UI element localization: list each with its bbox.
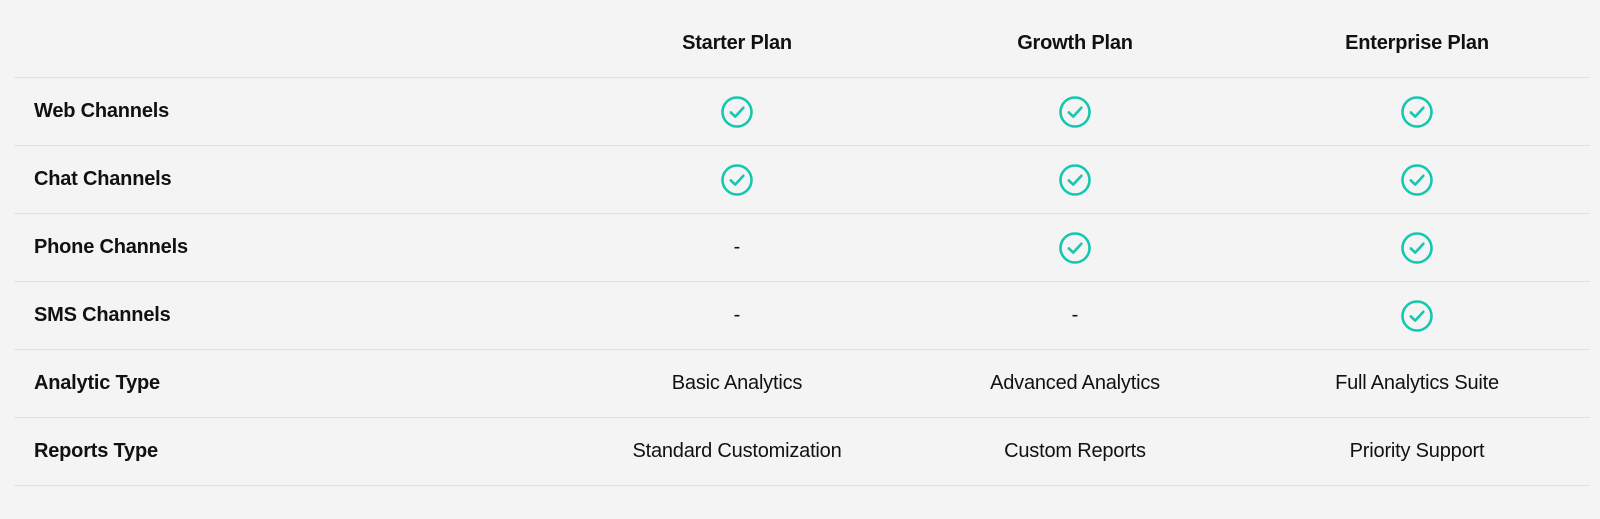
check-circle-icon — [1400, 95, 1434, 129]
table-row: Chat Channels — [14, 146, 1590, 214]
plan-name: Growth Plan — [1017, 32, 1133, 54]
table-row: Reports Type Standard Customization Custom… — [14, 418, 1590, 486]
plan-comparison-table: Starter Plan Growth Plan Enterprise Plan… — [14, 10, 1590, 486]
table-row: Analytic Type Basic Analytics Advanced Ana… — [14, 350, 1590, 418]
plan-name: Starter Plan — [682, 32, 792, 54]
feature-value-cell: - — [906, 282, 1244, 349]
feature-value-cell — [906, 146, 1244, 213]
feature-label: Web Channels — [34, 100, 170, 122]
check-circle-icon — [1400, 163, 1434, 197]
check-circle-icon — [720, 163, 754, 197]
feature-value-text: Priority Support — [1349, 440, 1485, 462]
feature-value-cell: Custom Reports — [906, 418, 1244, 485]
not-included-dash: - — [733, 236, 741, 258]
feature-value-cell: Advanced Analytics — [906, 350, 1244, 417]
table-row: Web Channels — [14, 78, 1590, 146]
feature-value-cell — [1244, 78, 1590, 145]
feature-value-text: Full Analytics Suite — [1335, 372, 1499, 394]
not-included-dash: - — [1071, 304, 1079, 326]
feature-value-cell: Full Analytics Suite — [1244, 350, 1590, 417]
feature-value-cell: Basic Analytics — [568, 350, 906, 417]
feature-value-cell — [1244, 282, 1590, 349]
feature-value-cell — [568, 146, 906, 213]
header-empty-cell — [14, 10, 568, 77]
check-circle-icon — [1058, 95, 1092, 129]
plan-name: Enterprise Plan — [1345, 32, 1489, 54]
feature-rows: Web Channels Chat Channels Phone Channels -… — [14, 78, 1590, 486]
feature-value-text: Custom Reports — [1004, 440, 1146, 462]
feature-label: Analytic Type — [34, 372, 160, 394]
table-header-row: Starter Plan Growth Plan Enterprise Plan — [14, 10, 1590, 78]
feature-value-text: Standard Customization — [632, 440, 842, 462]
plan-header-enterprise: Enterprise Plan — [1244, 10, 1590, 77]
feature-value-cell: Priority Support — [1244, 418, 1590, 485]
feature-label: Reports Type — [34, 440, 158, 462]
feature-label: Chat Channels — [34, 168, 172, 190]
feature-value-text: Advanced Analytics — [990, 372, 1160, 394]
feature-value-cell — [1244, 146, 1590, 213]
table-row: Phone Channels - — [14, 214, 1590, 282]
plan-header-growth: Growth Plan — [906, 10, 1244, 77]
feature-value-cell — [568, 78, 906, 145]
check-circle-icon — [1058, 231, 1092, 265]
check-circle-icon — [720, 95, 754, 129]
check-circle-icon — [1058, 163, 1092, 197]
feature-label: Phone Channels — [34, 236, 188, 258]
plan-header-starter: Starter Plan — [568, 10, 906, 77]
feature-value-cell — [906, 78, 1244, 145]
feature-value-cell — [1244, 214, 1590, 281]
feature-value-cell: - — [568, 282, 906, 349]
feature-value-cell — [906, 214, 1244, 281]
table-row: SMS Channels - - — [14, 282, 1590, 350]
feature-value-cell: Standard Customization — [568, 418, 906, 485]
feature-value-text: Basic Analytics — [671, 372, 803, 394]
feature-value-cell: - — [568, 214, 906, 281]
check-circle-icon — [1400, 231, 1434, 265]
not-included-dash: - — [733, 304, 741, 326]
check-circle-icon — [1400, 299, 1434, 333]
feature-label: SMS Channels — [34, 304, 171, 326]
